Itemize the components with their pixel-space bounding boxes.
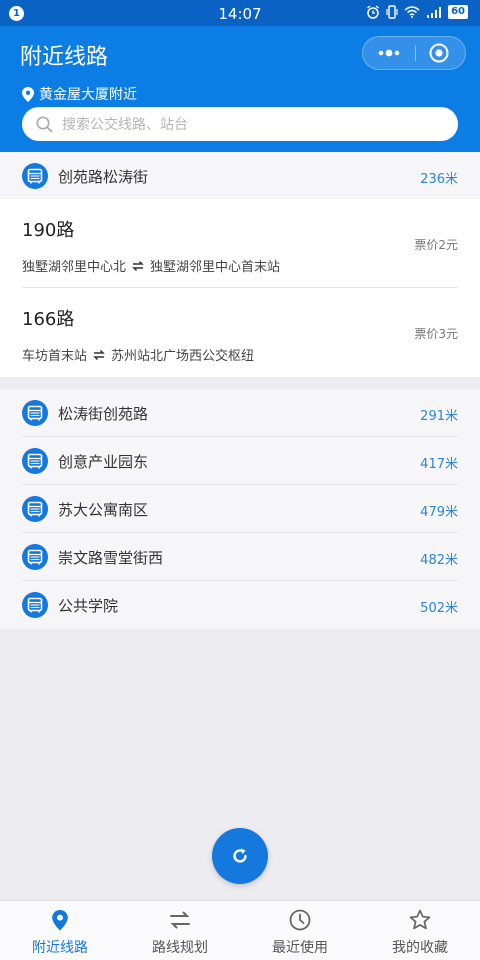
- tab-nearby-routes[interactable]: 附近线路: [0, 901, 120, 960]
- tab-bar: 附近线路 路线规划 最近使用 我的收藏: [0, 900, 480, 960]
- clock-icon: [289, 909, 311, 931]
- tab-label: 附近线路: [32, 940, 88, 956]
- location-indicator[interactable]: 黄金屋大厦附近: [22, 84, 137, 104]
- route-card[interactable]: 190路 独墅湖邻里中心北 独墅湖邻里中心首末站 票价2元: [0, 199, 480, 288]
- route-card[interactable]: 166路 车坊首末站 苏州站北广场西公交枢纽 票价3元: [0, 288, 480, 377]
- station-row[interactable]: 苏大公寓南区 479米: [0, 485, 480, 533]
- alarm-icon: [367, 5, 379, 19]
- refresh-icon: [233, 848, 247, 863]
- station-row[interactable]: 公共学院 502米: [0, 581, 480, 629]
- route-list: 190路 独墅湖邻里中心北 独墅湖邻里中心首末站 票价2元 166路 车坊首末站…: [0, 199, 480, 377]
- bus-stop-icon: [22, 448, 48, 474]
- station-distance: 479米: [420, 505, 458, 520]
- route-fare: 票价2元: [414, 238, 458, 252]
- current-station-row[interactable]: 创苑路松涛街 236米: [0, 152, 480, 200]
- tab-label: 路线规划: [152, 940, 208, 956]
- tab-label: 最近使用: [272, 940, 328, 956]
- bus-stop-icon: [22, 163, 48, 189]
- station-name: 公共学院: [58, 597, 119, 615]
- route-arrows-icon: [170, 911, 190, 929]
- station-distance: 482米: [420, 553, 458, 568]
- more-dots-icon: [378, 49, 400, 57]
- route-path: 车坊首末站 苏州站北广场西公交枢纽: [22, 345, 254, 364]
- bus-stop-icon: [22, 592, 48, 618]
- bidirectional-arrows-icon: [132, 260, 144, 271]
- station-distance: 502米: [420, 601, 458, 616]
- star-icon: [409, 909, 431, 930]
- refresh-button[interactable]: [212, 828, 268, 884]
- page-title: 附近线路: [20, 45, 109, 70]
- tab-route-planning[interactable]: 路线规划: [120, 901, 240, 960]
- tab-favorites[interactable]: 我的收藏: [360, 901, 480, 960]
- bus-stop-icon: [22, 544, 48, 570]
- nearby-station-list: 松涛街创苑路 291米 创意产业园东 417米 苏大公寓南区 479米 崇文路雪…: [0, 389, 480, 629]
- location-pin-icon: [22, 86, 34, 102]
- station-name: 崇文路雪堂街西: [58, 549, 164, 567]
- mini-program-capsule: [362, 36, 466, 70]
- route-from: 车坊首末站: [22, 349, 88, 364]
- close-button[interactable]: [416, 37, 466, 69]
- vibrate-icon: [386, 5, 398, 19]
- more-button[interactable]: [363, 37, 415, 69]
- route-fare: 票价3元: [414, 327, 458, 341]
- route-name: 190路: [22, 220, 75, 241]
- header: 附近线路 黄金屋大厦附近 搜索公交线路、站台: [0, 26, 480, 152]
- battery-indicator: 60: [448, 5, 468, 19]
- tab-label: 我的收藏: [392, 940, 448, 956]
- route-to: 独墅湖邻里中心首末站: [150, 260, 281, 275]
- station-distance: 236米: [420, 172, 458, 187]
- route-name: 166路: [22, 309, 75, 330]
- station-name: 松涛街创苑路: [58, 405, 149, 423]
- station-row[interactable]: 创意产业园东 417米: [0, 437, 480, 485]
- route-from: 独墅湖邻里中心北: [22, 260, 127, 275]
- location-text: 黄金屋大厦附近: [39, 87, 137, 103]
- bus-stop-icon: [22, 400, 48, 426]
- status-icons: 60: [366, 5, 468, 19]
- station-row[interactable]: 崇文路雪堂街西 482米: [0, 533, 480, 581]
- search-input[interactable]: 搜索公交线路、站台: [22, 107, 458, 141]
- station-name: 创意产业园东: [58, 453, 149, 471]
- station-distance: 291米: [420, 409, 458, 424]
- station-name: 苏大公寓南区: [58, 501, 149, 519]
- station-row[interactable]: 松涛街创苑路 291米: [0, 389, 480, 437]
- location-pin-icon: [52, 910, 68, 931]
- bidirectional-arrows-icon: [93, 349, 105, 360]
- status-bar: 1 14:07 60: [0, 0, 480, 26]
- search-icon: [36, 116, 53, 132]
- signal-icon: [427, 7, 442, 18]
- station-distance: 417米: [420, 457, 458, 472]
- tab-recent[interactable]: 最近使用: [240, 901, 360, 960]
- bus-stop-icon: [22, 496, 48, 522]
- route-path: 独墅湖邻里中心北 独墅湖邻里中心首末站: [22, 256, 280, 275]
- station-name: 创苑路松涛街: [58, 168, 149, 186]
- search-placeholder: 搜索公交线路、站台: [62, 117, 188, 133]
- route-to: 苏州站北广场西公交枢纽: [111, 349, 255, 364]
- wifi-icon: [404, 6, 420, 18]
- target-icon: [429, 43, 449, 63]
